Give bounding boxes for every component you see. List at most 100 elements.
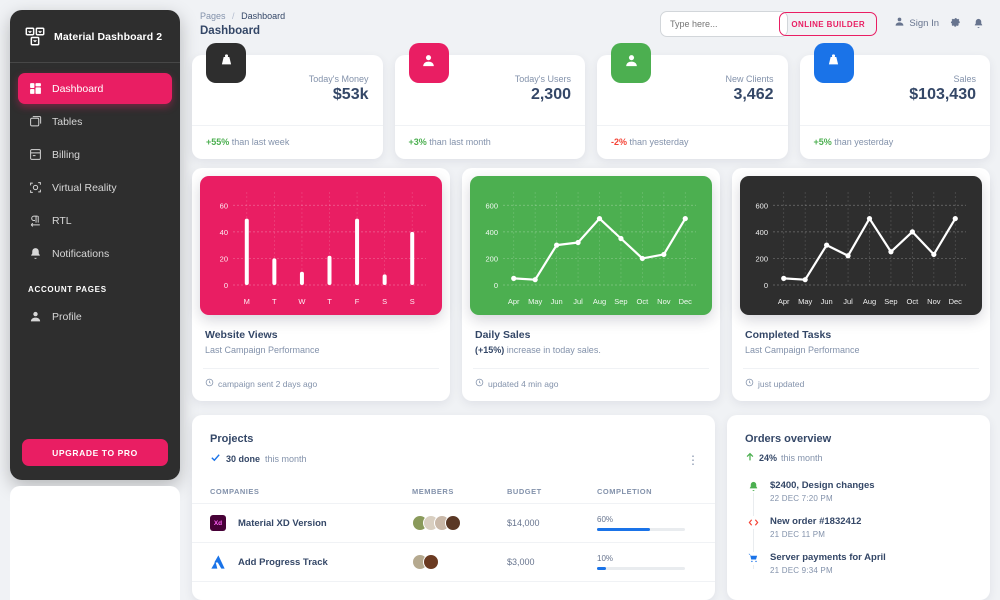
dashboard-page: Material Dashboard 2 Dashboard Tables Bi… — [0, 0, 1000, 600]
chart-subtitle-delta: (+15%) — [475, 345, 505, 355]
stat-footer: +5% than yesterday — [814, 137, 894, 147]
sidebar-item-rtl[interactable]: RTL — [18, 205, 172, 236]
stat-label: New Clients — [725, 74, 774, 84]
svg-text:Jun: Jun — [551, 297, 563, 306]
code-icon — [747, 516, 760, 529]
sidebar-item-notifications[interactable]: Notifications — [18, 238, 172, 269]
stat-card-todays-money: Today's Money $53k +55% than last week — [192, 43, 383, 159]
order-time: 22 DEC 7:20 PM — [770, 494, 833, 503]
svg-text:W: W — [298, 297, 306, 306]
more-vertical-icon[interactable]: ⋮ — [687, 454, 699, 466]
rtl-icon — [28, 214, 42, 228]
orders-timeline: $2400, Design changes 22 DEC 7:20 PM New… — [747, 480, 990, 575]
chart-card-website-views: 60 40 20 0 M T W T F S S Website Views Last Campai… — [192, 168, 450, 401]
company-cell: Add Progress Track — [210, 554, 412, 570]
stat-icon-wrap — [813, 43, 854, 83]
sidebar-item-virtual-reality[interactable]: Virtual Reality — [18, 172, 172, 203]
completion-label: 60% — [597, 515, 614, 525]
order-time: 21 DEC 11 PM — [770, 530, 826, 539]
chart-panel: 600 400 200 0 Apr May Jun Jul Aug Sep Oct Nov Dec — [740, 176, 982, 315]
svg-text:S: S — [410, 297, 415, 306]
chart-footer: campaign sent 2 days ago — [205, 378, 442, 389]
svg-text:400: 400 — [485, 228, 498, 237]
credit-card-icon — [28, 148, 42, 162]
member-avatars — [412, 515, 507, 531]
svg-text:T: T — [327, 297, 332, 306]
divider — [394, 125, 585, 126]
divider — [743, 368, 979, 369]
sidebar-section-label: ACCOUNT PAGES — [28, 285, 107, 294]
arrow-up-icon — [745, 452, 755, 464]
stat-icon-wrap — [206, 43, 246, 83]
budget-value: $14,000 — [507, 503, 597, 543]
table-row[interactable]: Add Progress Track $3,000 10% — [192, 542, 715, 582]
svg-text:Jul: Jul — [843, 297, 853, 306]
stat-card-todays-users: Today's Users 2,300 +3% than last month — [394, 43, 585, 159]
svg-text:40: 40 — [220, 228, 228, 237]
sidebar-item-dashboard[interactable]: Dashboard — [18, 73, 172, 104]
sidebar-item-profile[interactable]: Profile — [18, 301, 172, 332]
cart-icon — [747, 552, 760, 565]
chart-panel: 600 400 200 0 Apr May Jun Jul Aug Sep Oct Nov Dec — [470, 176, 712, 315]
svg-text:Dec: Dec — [679, 297, 693, 306]
sidebar-item-label: Virtual Reality — [52, 181, 117, 194]
svg-text:200: 200 — [755, 254, 768, 263]
svg-text:0: 0 — [494, 281, 498, 290]
sidebar: Material Dashboard 2 Dashboard Tables Bi… — [10, 10, 180, 480]
svg-text:Dec: Dec — [949, 297, 963, 306]
dashboard-logo-icon — [24, 26, 46, 48]
person-icon — [420, 52, 437, 74]
chart-cards: 60 40 20 0 M T W T F S S Website Views Last Campai… — [192, 168, 990, 401]
brand[interactable]: Material Dashboard 2 — [10, 10, 180, 63]
stat-icon-wrap — [611, 43, 651, 83]
svg-text:Aug: Aug — [863, 297, 876, 306]
orders-delta-rest: this month — [781, 453, 823, 463]
chart-title: Daily Sales — [475, 329, 531, 341]
list-item[interactable]: $2400, Design changes 22 DEC 7:20 PM — [747, 480, 990, 503]
chart-subtitle: Last Campaign Performance — [745, 345, 860, 355]
chart-footer-text: campaign sent 2 days ago — [218, 378, 318, 389]
stat-delta: +3% — [408, 137, 427, 147]
sidebar-item-billing[interactable]: Billing — [18, 139, 172, 170]
clock-icon — [475, 378, 484, 389]
svg-text:Apr: Apr — [508, 297, 520, 306]
chart-panel: 60 40 20 0 M T W T F S S — [200, 176, 442, 315]
svg-text:200: 200 — [485, 254, 498, 263]
stat-value: 3,462 — [733, 86, 774, 103]
stat-delta-rest: than yesterday — [831, 137, 894, 147]
column-header-companies: COMPANIES — [192, 480, 412, 504]
list-item[interactable]: Server payments for April 21 DEC 9:34 PM — [747, 552, 990, 575]
svg-text:0: 0 — [764, 281, 768, 290]
list-item[interactable]: New order #1832412 21 DEC 11 PM — [747, 516, 990, 539]
order-title: Server payments for April — [770, 552, 886, 563]
chart-subtitle-rest: increase in today sales. — [504, 345, 601, 355]
table-row[interactable]: Xd Material XD Version $14,000 60% — [192, 503, 715, 543]
projects-subtitle: 30 done this month — [210, 452, 715, 465]
bell-icon[interactable] — [973, 18, 984, 29]
grid-icon — [28, 82, 42, 96]
table-header-row: COMPANIES MEMBERS BUDGET COMPLETION — [192, 480, 715, 504]
svg-text:T: T — [272, 297, 277, 306]
svg-text:Apr: Apr — [778, 297, 790, 306]
vr-icon — [28, 181, 42, 195]
column-header-completion: COMPLETION — [597, 480, 715, 504]
breadcrumb-root[interactable]: Pages — [200, 11, 226, 21]
svg-text:20: 20 — [220, 254, 228, 263]
svg-text:Oct: Oct — [907, 297, 920, 306]
stat-footer: +3% than last month — [409, 137, 491, 147]
company-cell: Xd Material XD Version — [210, 515, 412, 531]
upgrade-to-pro-button[interactable]: UPGRADE TO PRO — [22, 439, 168, 466]
chart-card-daily-sales: 600 400 200 0 Apr May Jun Jul Aug Sep Oct Nov Dec Da… — [462, 168, 720, 401]
svg-text:Jun: Jun — [821, 297, 833, 306]
sidebar-item-tables[interactable]: Tables — [18, 106, 172, 137]
divider — [192, 125, 383, 126]
tables-icon — [28, 115, 42, 129]
order-time: 21 DEC 9:34 PM — [770, 566, 833, 575]
chart-subtitle: (+15%) increase in today sales. — [475, 345, 712, 355]
chart-title: Completed Tasks — [745, 329, 832, 341]
stat-label: Sales — [953, 74, 976, 84]
gear-icon[interactable] — [950, 17, 962, 29]
search-input[interactable] — [660, 11, 788, 37]
online-builder-button[interactable]: ONLINE BUILDER — [779, 12, 877, 36]
sign-in-button[interactable]: Sign In — [894, 16, 939, 30]
